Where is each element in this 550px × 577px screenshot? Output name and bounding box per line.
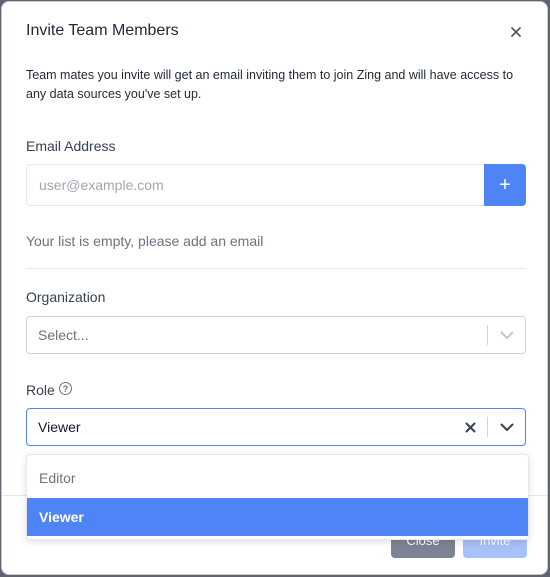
dialog-description: Team mates you invite will get an email … [26, 68, 514, 101]
select-separator [487, 325, 488, 345]
close-icon[interactable] [507, 23, 525, 41]
close-icon-svg [511, 27, 521, 37]
question-circle-icon[interactable]: ? [59, 382, 72, 395]
add-email-button[interactable]: + [484, 164, 526, 206]
dialog-title: Invite Team Members [26, 22, 179, 39]
role-selected-value: Viewer [38, 419, 81, 435]
select-separator [487, 417, 488, 437]
organization-placeholder: Select... [38, 327, 89, 343]
divider [26, 268, 526, 269]
clear-icon[interactable] [461, 418, 479, 436]
role-option-editor[interactable]: Editor [27, 459, 528, 497]
chevron-down-icon[interactable] [498, 326, 516, 344]
email-row: + [26, 164, 526, 206]
email-label: Email Address [26, 138, 116, 154]
role-label: Role [26, 382, 55, 398]
chevron-down-icon[interactable] [498, 418, 516, 436]
role-dropdown-menu: Editor Viewer [26, 454, 529, 540]
empty-list-message: Your list is empty, please add an email [26, 233, 264, 249]
email-input[interactable] [26, 164, 485, 206]
organization-select[interactable]: Select... [26, 316, 526, 354]
role-select[interactable]: Viewer [26, 408, 526, 446]
organization-label: Organization [26, 289, 106, 305]
invite-team-dialog: Invite Team Members Team mates you invit… [1, 1, 548, 575]
role-option-viewer[interactable]: Viewer [27, 498, 528, 536]
